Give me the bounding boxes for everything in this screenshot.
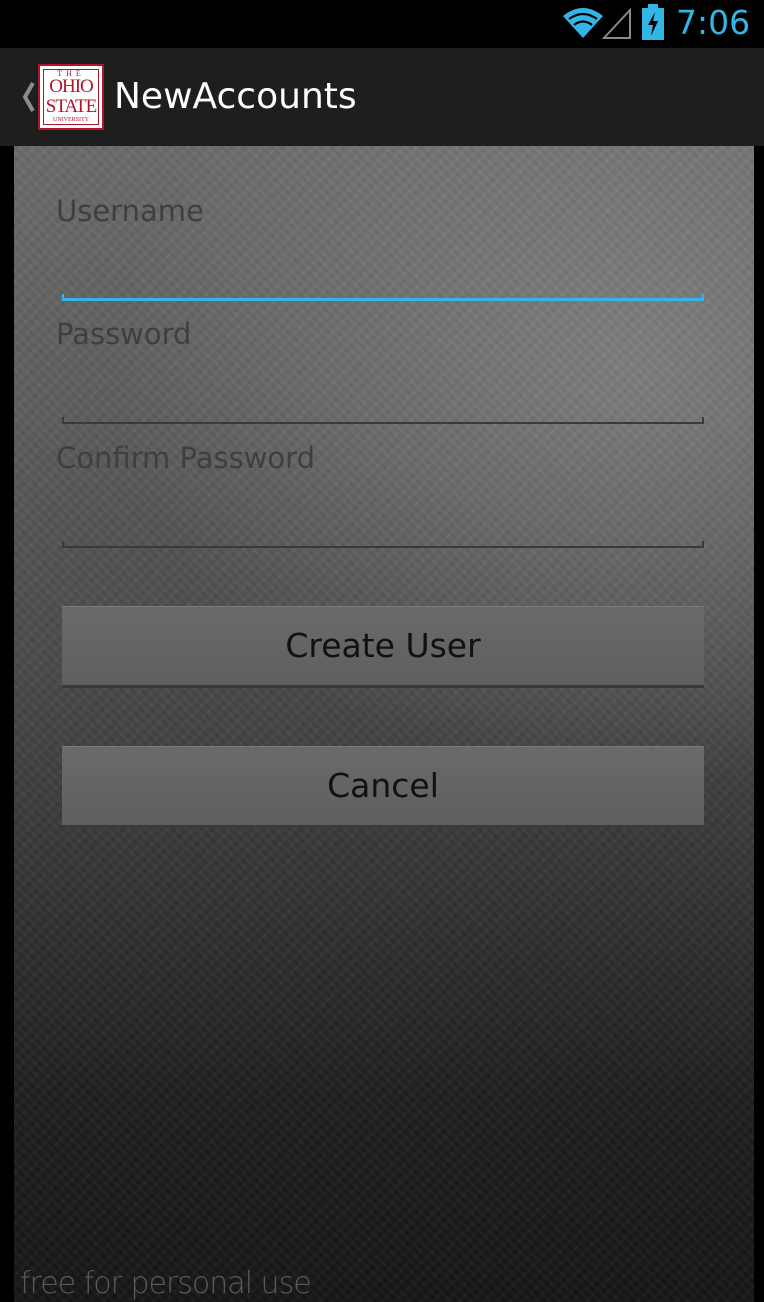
username-label: Username: [56, 194, 204, 228]
create-user-button[interactable]: Create User: [62, 606, 704, 688]
underline-tick-right: [702, 294, 704, 301]
battery-charging-icon: [642, 4, 664, 40]
status-bar: 7:06: [0, 0, 764, 48]
confirm-password-label: Confirm Password: [56, 441, 315, 475]
logo-text-state: STATE: [45, 96, 97, 117]
chevron-left-icon[interactable]: [20, 77, 36, 117]
password-label: Password: [56, 317, 192, 351]
underline-tick-right: [702, 417, 704, 424]
underline-tick-right: [702, 541, 704, 548]
screen: 7:06 THE OHIO STATE UNIVERSITY NewAccoun…: [0, 0, 764, 1302]
new-account-form: Username Password Confirm Password Creat…: [14, 146, 754, 1302]
cell-signal-icon: [602, 7, 631, 39]
cancel-button[interactable]: Cancel: [62, 746, 704, 828]
underline-tick-left: [62, 541, 64, 548]
password-field[interactable]: [62, 352, 704, 422]
password-underline: [62, 417, 704, 424]
username-field[interactable]: [62, 230, 704, 300]
wifi-icon: [563, 8, 603, 38]
confirm-password-underline: [62, 541, 704, 548]
logo-text-ohio: OHIO: [49, 76, 94, 97]
underline-tick-left: [62, 294, 64, 301]
watermark-text: free for personal use: [20, 1266, 312, 1301]
clock: 7:06: [676, 3, 751, 42]
ohio-state-logo[interactable]: THE OHIO STATE UNIVERSITY: [38, 64, 104, 130]
username-underline: [62, 294, 704, 301]
confirm-password-field[interactable]: [62, 476, 704, 546]
page-title: NewAccounts: [114, 76, 357, 117]
underline-tick-left: [62, 417, 64, 424]
logo-text-university: UNIVERSITY: [53, 117, 89, 123]
